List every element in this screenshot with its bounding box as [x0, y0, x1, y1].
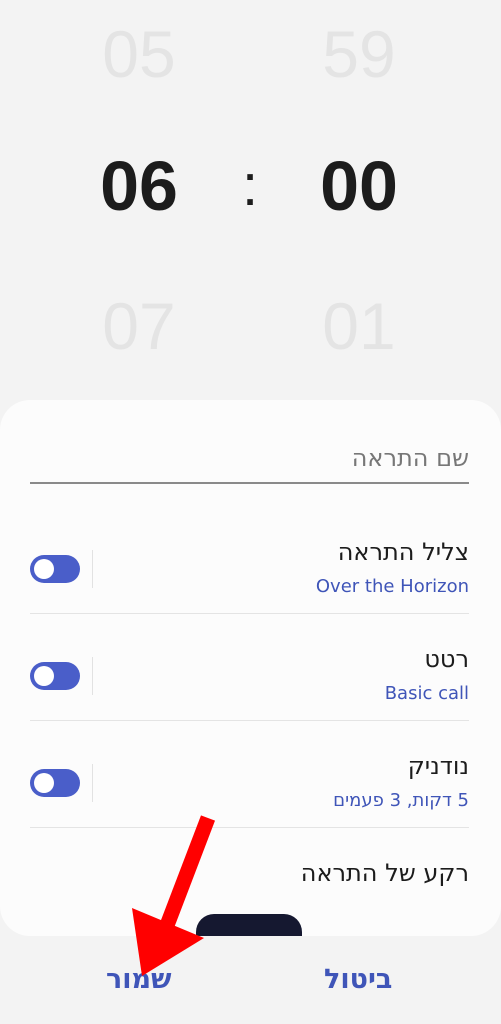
setting-subtitle: Basic call: [384, 683, 469, 704]
toggle-knob: [34, 666, 54, 686]
vibration-toggle[interactable]: [30, 662, 80, 690]
setting-subtitle: 5 דקות, 3 פעמים: [333, 790, 469, 811]
hour-prev[interactable]: 05: [74, 16, 204, 92]
setting-title: רקע של התראה: [300, 859, 469, 887]
row-divider: [92, 550, 93, 588]
setting-title: נודניק: [407, 752, 469, 780]
cancel-button[interactable]: ביטול: [314, 960, 402, 999]
setting-row-alarm-sound[interactable]: צליל התראה Over the Horizon: [30, 508, 469, 614]
hour-next[interactable]: 07: [74, 288, 204, 364]
row-separator: [30, 827, 469, 828]
setting-title: צליל התראה: [337, 538, 469, 566]
time-picker[interactable]: 05 06 07 : 59 00 01: [0, 0, 501, 400]
alarm-name-field: [30, 436, 469, 484]
alarm-settings-card: צליל התראה Over the Horizon רטט Basic ca…: [0, 400, 501, 936]
toggle-knob: [34, 559, 54, 579]
time-separator: :: [241, 153, 259, 218]
setting-title: רטט: [424, 645, 469, 673]
minute-prev[interactable]: 59: [294, 16, 424, 92]
alarm-name-input[interactable]: [30, 436, 469, 480]
annotation-arrow-icon: [132, 815, 216, 976]
hour-current[interactable]: 06: [74, 146, 204, 226]
snooze-toggle[interactable]: [30, 769, 80, 797]
setting-row-vibration[interactable]: רטט Basic call: [30, 615, 469, 721]
row-separator: [30, 720, 469, 721]
minute-next[interactable]: 01: [294, 288, 424, 364]
minute-current[interactable]: 00: [294, 146, 424, 226]
row-separator: [30, 613, 469, 614]
setting-row-snooze[interactable]: נודניק 5 דקות, 3 פעמים: [30, 722, 469, 828]
toggle-knob: [34, 773, 54, 793]
bottom-action-bar: שמור ביטול: [0, 936, 501, 1024]
row-divider: [92, 764, 93, 802]
setting-subtitle: Over the Horizon: [315, 576, 469, 597]
row-divider: [92, 657, 93, 695]
alarm-sound-toggle[interactable]: [30, 555, 80, 583]
